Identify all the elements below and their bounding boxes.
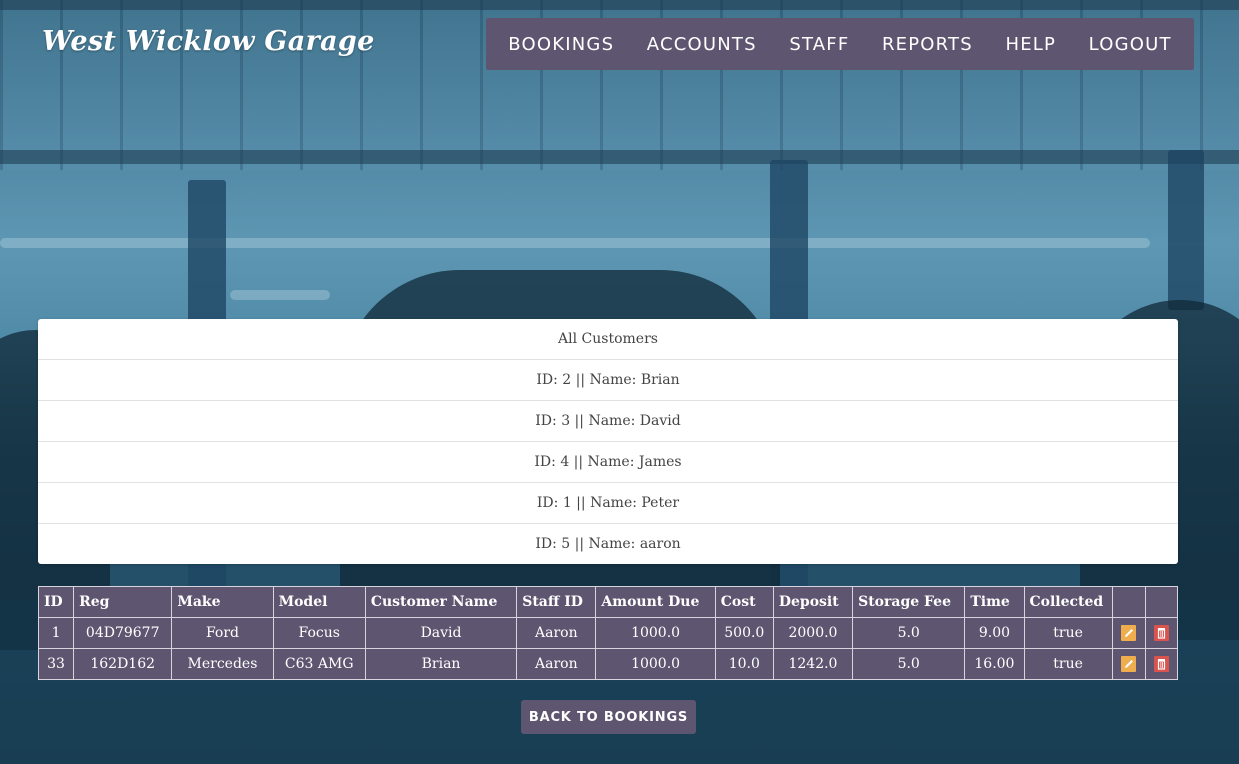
cell-delete (1144, 617, 1179, 649)
pencil-icon[interactable] (1121, 655, 1137, 673)
nav-help[interactable]: HELP (997, 34, 1064, 55)
beam (0, 150, 1239, 164)
nav-bookings[interactable]: BOOKINGS (500, 34, 622, 55)
column-header: Storage Fee (852, 586, 966, 618)
cell-reg: 04D79677 (73, 617, 173, 649)
customer-list: All Customers ID: 2 || Name: Brian ID: 3… (38, 319, 1178, 564)
nav-accounts[interactable]: ACCOUNTS (639, 34, 765, 55)
cell-edit (1111, 617, 1146, 649)
customer-list-item[interactable]: ID: 5 || Name: aaron (38, 524, 1178, 564)
column-header-delete (1144, 586, 1179, 618)
customer-list-item[interactable]: ID: 3 || Name: David (38, 401, 1178, 442)
nav-staff[interactable]: STAFF (781, 34, 857, 55)
table-row: 33 162D162 Mercedes C63 AMG Brian Aaron … (37, 648, 1179, 680)
cell-make: Mercedes (171, 648, 274, 680)
cell-cost: 10.0 (714, 648, 774, 680)
column-header: Amount Due (595, 586, 716, 618)
bookings-table: ID Reg Make Model Customer Name Staff ID… (37, 586, 1179, 680)
nav-reports[interactable]: REPORTS (874, 34, 981, 55)
column-header-edit (1111, 586, 1146, 618)
customer-list-item[interactable]: ID: 1 || Name: Peter (38, 483, 1178, 524)
cell-amount-due: 1000.0 (595, 617, 716, 649)
cell-time: 9.00 (964, 617, 1025, 649)
customer-list-item[interactable]: ID: 4 || Name: James (38, 442, 1178, 483)
cell-staff-id: Aaron (516, 648, 597, 680)
column-header: Model (272, 586, 366, 618)
table-header-row: ID Reg Make Model Customer Name Staff ID… (37, 586, 1179, 618)
column-header: Time (964, 586, 1025, 618)
column-header: Cost (714, 586, 774, 618)
cell-delete (1144, 648, 1179, 680)
lift-pillar (1168, 150, 1204, 310)
cell-time: 16.00 (964, 648, 1025, 680)
cell-make: Ford (171, 617, 274, 649)
column-header: Deposit (772, 586, 854, 618)
cell-id: 1 (37, 617, 75, 649)
cell-collected: true (1023, 648, 1113, 680)
cell-customer-name: David (364, 617, 518, 649)
cell-storage-fee: 5.0 (852, 648, 966, 680)
cell-model: Focus (272, 617, 366, 649)
column-header: ID (37, 586, 75, 618)
cell-amount-due: 1000.0 (595, 648, 716, 680)
cell-id: 33 (37, 648, 75, 680)
cell-model: C63 AMG (272, 648, 366, 680)
back-to-bookings-button[interactable]: BACK TO BOOKINGS (521, 700, 696, 734)
column-header: Reg (73, 586, 173, 618)
cell-deposit: 1242.0 (772, 648, 854, 680)
customer-list-header: All Customers (38, 319, 1178, 360)
cell-reg: 162D162 (73, 648, 173, 680)
table-row: 1 04D79677 Ford Focus David Aaron 1000.0… (37, 617, 1179, 649)
column-header: Collected (1023, 586, 1113, 618)
site-logo[interactable]: West Wicklow Garage (42, 26, 375, 57)
cell-staff-id: Aaron (516, 617, 597, 649)
pipe (0, 238, 1150, 248)
pencil-icon[interactable] (1121, 624, 1137, 642)
customer-list-item[interactable]: ID: 2 || Name: Brian (38, 360, 1178, 401)
column-header: Staff ID (516, 586, 597, 618)
cell-storage-fee: 5.0 (852, 617, 966, 649)
cell-customer-name: Brian (364, 648, 518, 680)
column-header: Make (171, 586, 274, 618)
cell-collected: true (1023, 617, 1113, 649)
pipe (230, 290, 330, 300)
cell-deposit: 2000.0 (772, 617, 854, 649)
nav-logout[interactable]: LOGOUT (1081, 34, 1180, 55)
trash-icon[interactable] (1153, 624, 1169, 642)
main-nav: BOOKINGS ACCOUNTS STAFF REPORTS HELP LOG… (486, 18, 1194, 70)
column-header: Customer Name (364, 586, 518, 618)
beam (0, 0, 1239, 10)
trash-icon[interactable] (1153, 655, 1169, 673)
cell-cost: 500.0 (714, 617, 774, 649)
cell-edit (1111, 648, 1146, 680)
